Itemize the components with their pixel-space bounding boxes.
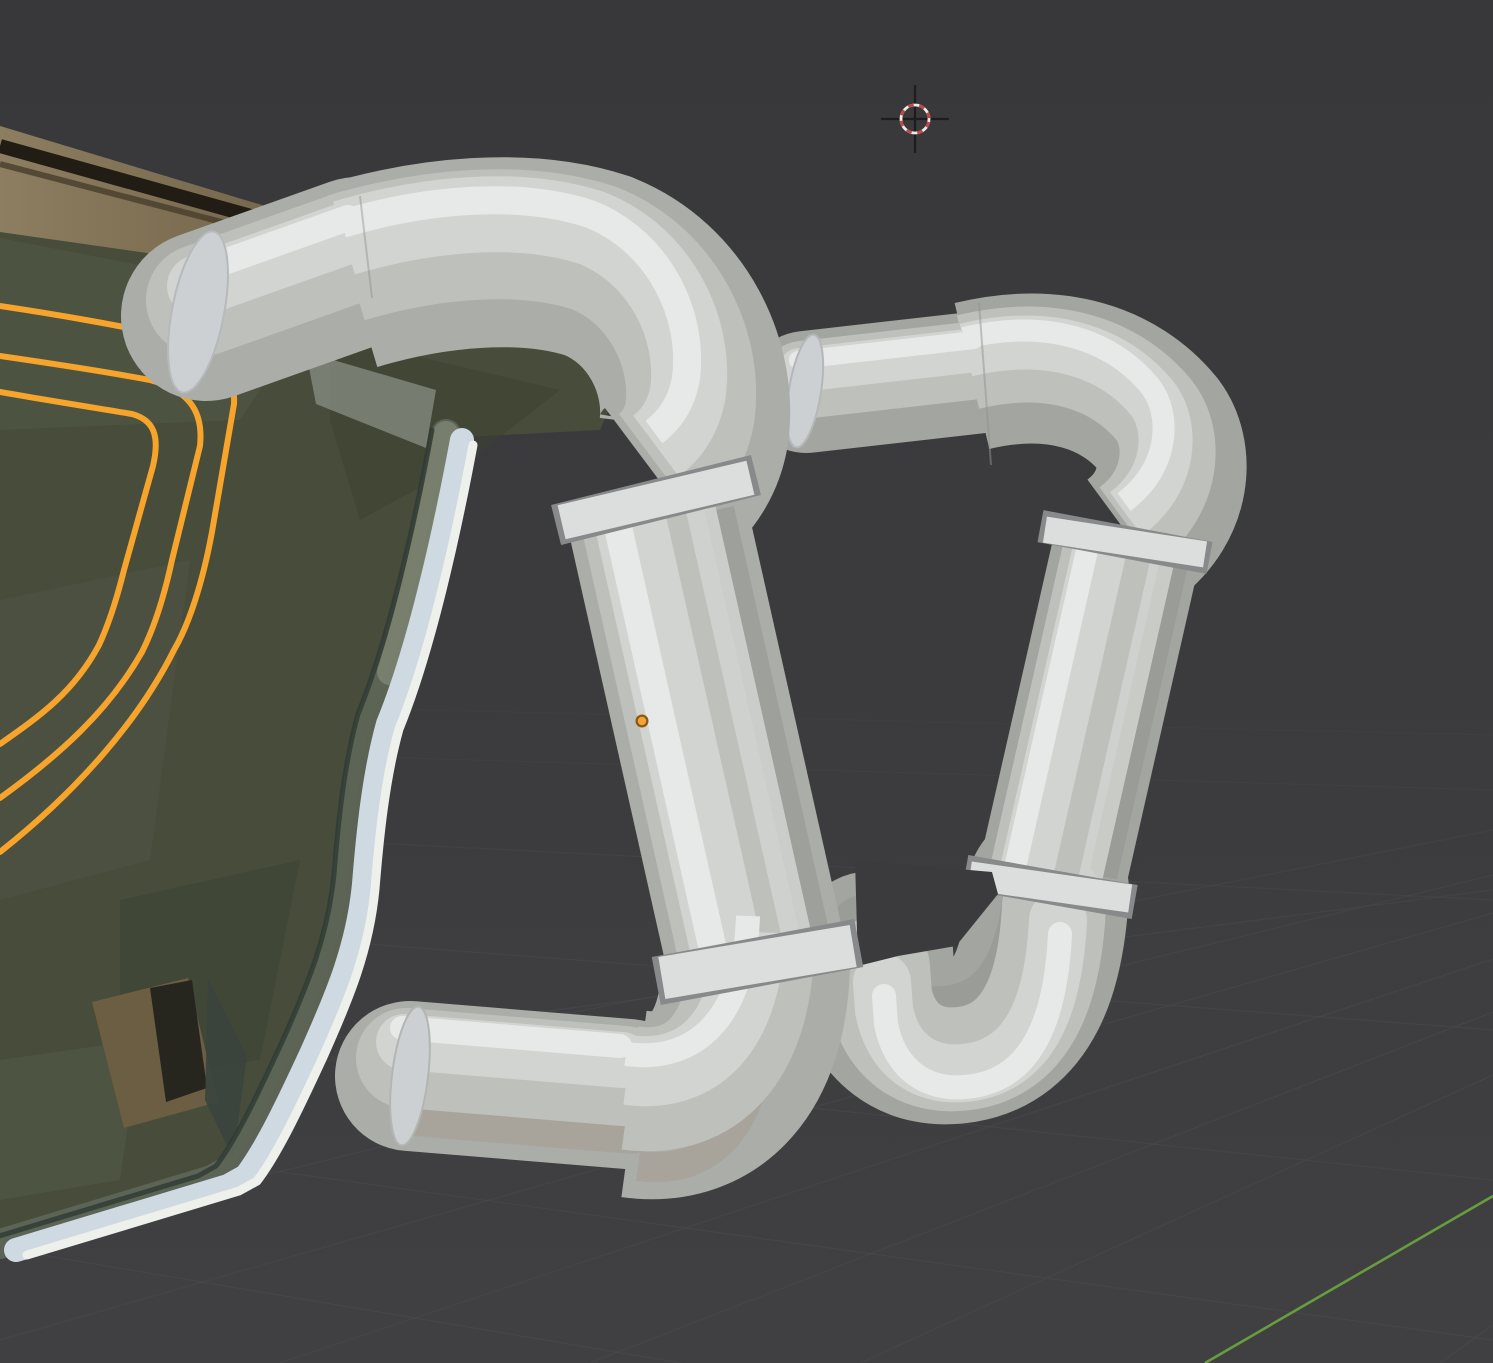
origin-dot[interactable] <box>636 715 649 728</box>
pipe-left-collar-bottom <box>754 941 761 983</box>
viewport-3d[interactable] <box>0 0 1493 1363</box>
pipe-right-collar-top <box>1123 529 1127 555</box>
pipe-right-collar-bottom <box>1048 873 1052 901</box>
pipe-left-collar-top <box>652 483 660 517</box>
